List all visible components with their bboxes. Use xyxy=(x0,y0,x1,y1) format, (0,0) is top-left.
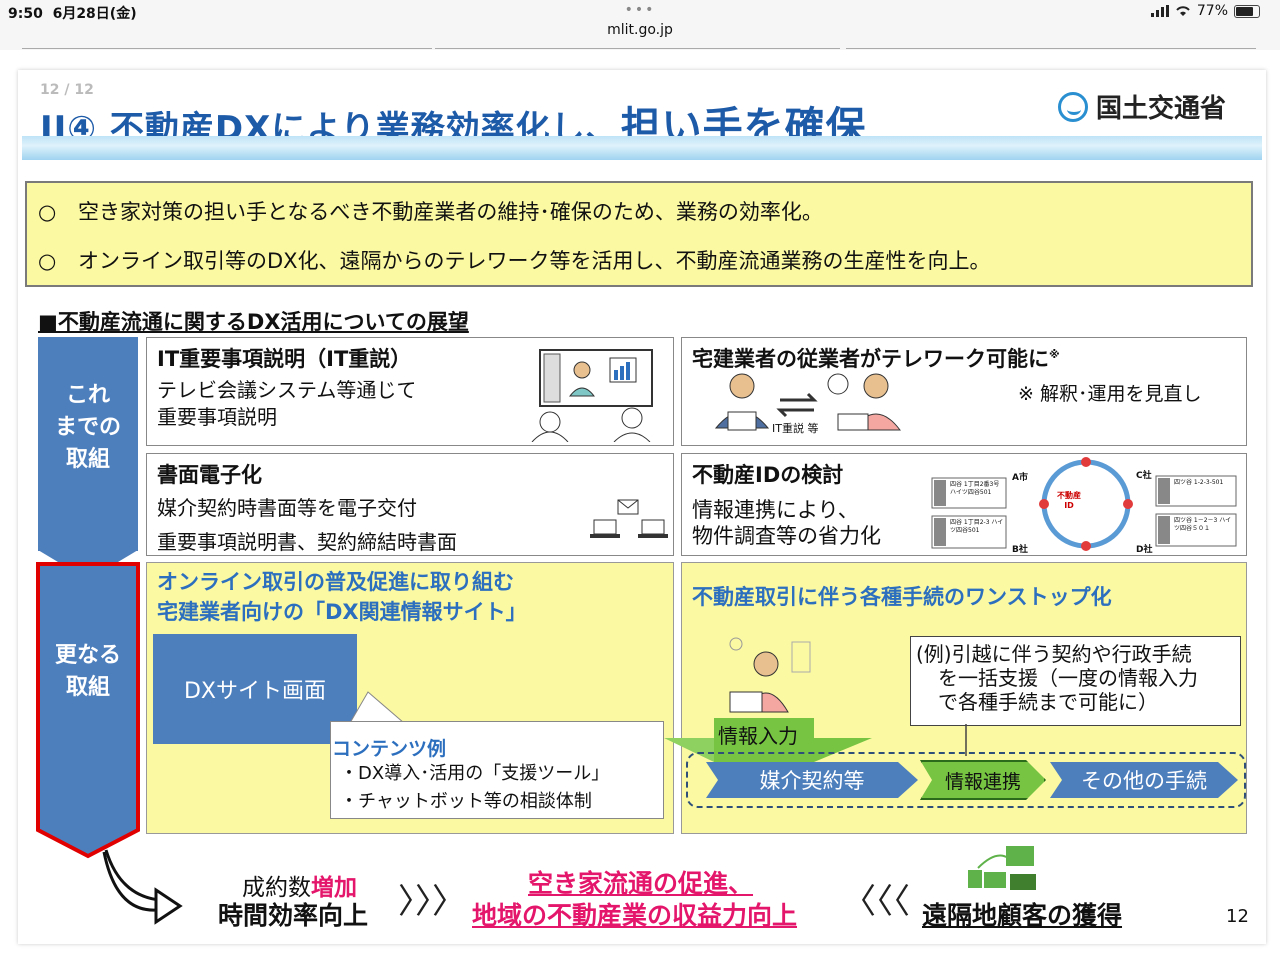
summary-text: オンライン取引等のDX化、遠隔からのテレワーク等を活用し、不動産流通業務の生産性… xyxy=(78,249,991,273)
electronic-docs-title: 書面電子化 xyxy=(157,463,262,487)
box-line: 情報連携により、 xyxy=(692,498,859,522)
sidebar-line: 取組 xyxy=(65,675,110,700)
it-explanation-title: IT重要事項説明（IT重説） xyxy=(157,347,412,371)
flow-step-other: その他の手続 xyxy=(1050,762,1238,798)
outcome-right-line: 遠隔地顧客の獲得 xyxy=(922,901,1123,930)
url-address[interactable]: mlit.go.jp xyxy=(0,22,1280,38)
dx-info-site-heading: オンライン取引の普及促進に取り組む 宅建業者向けの「DX関連情報サイト」 xyxy=(157,567,527,627)
outcome-left-line2: 時間効率向上 xyxy=(218,901,369,930)
example-line: で各種手続まで可能に） xyxy=(938,690,1158,714)
box-line: 媒介契約時書面等を電子交付 xyxy=(157,496,417,520)
callout-title: コンテンツ例 xyxy=(332,738,447,760)
info-input-label: 情報入力 xyxy=(718,724,798,748)
ministry-emblem-icon xyxy=(1058,91,1088,122)
example-line: を一括支援（一度の情報入力 xyxy=(938,666,1198,690)
title-band xyxy=(22,136,1262,160)
one-stop-heading: 不動産取引に伴う各種手続のワンストップ化 xyxy=(692,585,1112,609)
company-label-d: D社 xyxy=(1136,545,1153,555)
box-line: 物件調査等の省力化 xyxy=(692,524,881,548)
flow-step-brokerage: 媒介契約等 xyxy=(706,762,918,798)
battery-icon xyxy=(1234,4,1260,18)
address-card: 四谷 1丁目2-3 ハイツ四谷501 xyxy=(950,519,1004,534)
summary-text: 空き家対策の担い手となるべき不動産業者の維持･確保のため、業務の効率化。 xyxy=(78,200,823,224)
heading-line: 宅建業者向けの「DX関連情報サイト」 xyxy=(157,600,527,624)
summary-line-1: ○ 空き家対策の担い手となるべき不動産業者の維持･確保のため、業務の効率化。 xyxy=(38,196,823,226)
triple-chevron-right-icon: 〉〉〉 xyxy=(398,882,466,922)
property-id-text: 情報連携により、 物件調査等の省力化 xyxy=(692,497,881,549)
address-card: 四ツ谷 1-2-3-501 xyxy=(1174,479,1224,486)
circle-bullet-icon: ○ xyxy=(38,200,57,224)
document-transfer-icon xyxy=(590,499,668,538)
telework-title-note: ※ xyxy=(1049,348,1060,361)
property-id-title: 不動産IDの検討 xyxy=(692,463,844,487)
heading-line: オンライン取引の普及促進に取り組む xyxy=(157,570,514,594)
address-card: 四ツ谷 1－2－3 ハイツ四谷５０１ xyxy=(1174,517,1232,532)
sidebar-line: 取組 xyxy=(65,447,110,472)
section-heading: ■不動産流通に関するDX活用についての展望 xyxy=(38,310,469,334)
outcome-center-line2: 地域の不動産業の収益力向上 xyxy=(472,901,798,930)
past-efforts-text: これ までの 取組 xyxy=(38,380,138,476)
company-label-b: B社 xyxy=(1012,545,1028,555)
callout-pointer xyxy=(346,691,408,724)
slide-number: 12 xyxy=(1226,906,1249,927)
sidebar-line: これ xyxy=(65,383,110,408)
electronic-docs-text: 媒介契約時書面等を電子交付 重要事項説明書、契約締結時書面 xyxy=(157,491,457,559)
flow-step-label: 情報連携 xyxy=(944,770,1021,793)
summary-line-2: ○ オンライン取引等のDX化、遠隔からのテレワーク等を活用し、不動産流通業務の生産… xyxy=(38,245,991,275)
callout-list: ・DX導入･活用の「支援ツール」 ・チャットボット等の相談体制 xyxy=(340,760,609,816)
example-text: (例)引越に伴う契約や行政手続 を一括支援（一度の情報入力 で各種手続まで可能に… xyxy=(916,642,1198,714)
flow-step-info-link: 情報連携 xyxy=(920,760,1046,800)
telework-note: ※ 解釈･運用を見直し xyxy=(1018,383,1202,405)
city-label-a: A市 xyxy=(1012,473,1028,483)
example-line: (例)引越に伴う契約や行政手続 xyxy=(916,642,1192,666)
sidebar-line: 更なる xyxy=(54,643,121,668)
previous-page-edge xyxy=(846,48,1256,49)
logo-text: 国土交通省 xyxy=(1096,94,1227,124)
box-line: 重要事項説明 xyxy=(157,405,277,429)
previous-page-edge xyxy=(22,48,432,49)
curved-arrow-icon xyxy=(102,849,183,925)
property-id-diagram-icon xyxy=(931,457,1237,551)
status-indicators: 77% xyxy=(1150,3,1260,19)
callout-item: ・DX導入･活用の「支援ツール」 xyxy=(340,763,610,784)
previous-page-edge xyxy=(435,48,840,49)
dx-site-screen: DXサイト画面 xyxy=(153,634,357,744)
future-efforts-label xyxy=(36,562,140,859)
video-conference-illustration-icon xyxy=(531,349,653,442)
more-options-icon[interactable]: ••• xyxy=(0,2,1280,18)
outcome-center-line1: 空き家流通の促進、 xyxy=(528,869,754,898)
remote-network-icon xyxy=(968,846,1036,890)
telework-diagram-label: IT重説 等 xyxy=(772,422,819,435)
sidebar-line: までの xyxy=(54,415,121,440)
person-laptop-illustration-icon xyxy=(729,637,811,713)
flow-step-label: 媒介契約等 xyxy=(759,769,865,793)
it-explanation-text: テレビ会議システム等通じて 重要事項説明 xyxy=(157,377,416,431)
company-label-c: C社 xyxy=(1136,471,1152,481)
property-id-center-label: 不動産ID xyxy=(1057,491,1081,510)
triple-chevron-left-icon: 〈〈〈 xyxy=(842,882,910,922)
flow-step-label: その他の手続 xyxy=(1081,769,1207,793)
circle-bullet-icon: ○ xyxy=(38,249,57,273)
wifi-icon xyxy=(1176,6,1190,16)
address-card: 四谷 1丁目2番3号 ハイツ四谷501 xyxy=(950,481,1000,496)
ministry-logo: 国土交通省 xyxy=(1058,88,1226,125)
future-efforts-text: 更なる 取組 xyxy=(38,640,138,704)
battery-percent: 77% xyxy=(1196,3,1228,19)
callout-item: ・チャットボット等の相談体制 xyxy=(340,791,592,812)
signal-icon xyxy=(1150,5,1169,17)
box-line: 重要事項説明書、契約締結時書面 xyxy=(157,530,457,554)
box-line: テレビ会議システム等通じて xyxy=(157,378,417,402)
